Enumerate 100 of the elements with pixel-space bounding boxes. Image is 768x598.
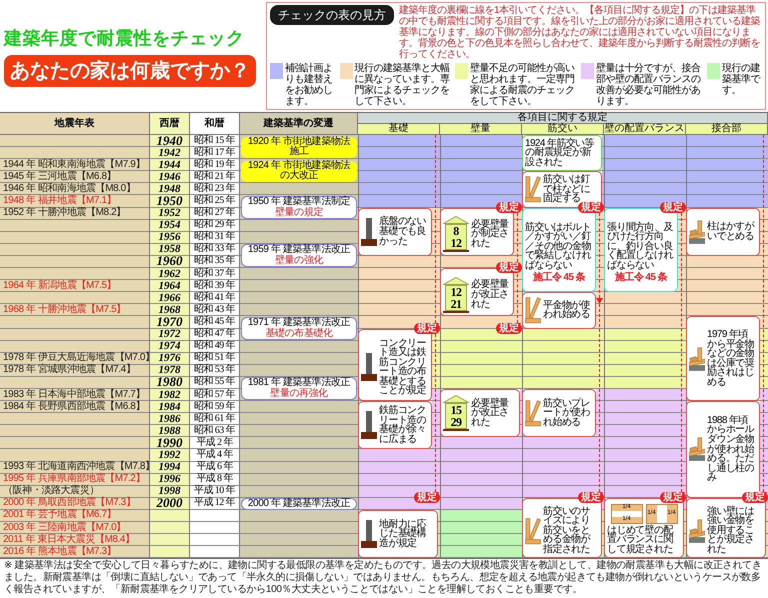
table-cell: 昭和 55 年 <box>190 376 240 389</box>
table-cell: 昭和 33 年 <box>190 244 240 256</box>
callout-text: 鉄筋コンクリート造の基礎が徐々に広まる <box>379 406 428 444</box>
table-cell: 1944 <box>150 159 190 172</box>
table-cell: 2001 年 芸予地震【M6.7】 <box>0 510 150 522</box>
column-header: 壁量 <box>440 124 522 135</box>
table-cell: 1980 <box>150 376 190 389</box>
legend-description: 建築年度の裏欄に線を1本引いてください。【各項目に関する規定】の下は建築基準の中でも耐震性に関する項目です。線を引いた上の部分がお家に適用されている建築基準になります。線の下側の部分はあなたの家には適用されていない項目になります。背景の色と下の色見本を照らし合わせて、建築年度から判断する耐震性の判断を行ってください。 <box>399 5 761 60</box>
callout-text: 柱はかすがいでとめる <box>707 222 756 242</box>
table-cell: 昭和 27 年 <box>190 208 240 220</box>
callout-text: 筋交いプレートが使われ始める <box>543 398 592 428</box>
law-text: 1981 年 建築基準法改正 <box>248 378 350 388</box>
law-label: 1924 年 市街地建築物法の大改正 <box>241 160 357 182</box>
table-cell: 平成 4 年 <box>190 449 240 462</box>
table-cell: 1976 <box>150 352 190 365</box>
wall-ratio-number: 12 <box>450 286 462 298</box>
column-header: 筋交い <box>522 124 604 135</box>
table-cell: 昭和 29 年 <box>190 220 240 232</box>
table-cell <box>190 546 240 558</box>
table-cell <box>190 510 240 522</box>
column-header: 基礎 <box>358 124 440 135</box>
table-cell: 昭和 37 年 <box>190 268 240 280</box>
table-cell: 平成 6 年 <box>190 462 240 474</box>
table-cell: 1986 <box>150 413 190 426</box>
table-cell <box>150 510 190 522</box>
column-header: 壁の配置バランス <box>604 124 686 135</box>
brace-drawing <box>525 174 541 204</box>
callout-text: 筋交いのサイズにより筋交いをとめる金物が指定された <box>543 506 592 555</box>
table-cell: 1968 <box>150 304 190 316</box>
law-text: 2000 年 建築基準法改正 <box>248 498 350 510</box>
callout-text: 地耐力に応じた基礎構造が規定 <box>379 520 428 548</box>
callout-text: 底盤のない基礎でも良かった <box>379 217 428 246</box>
law-detail: 壁量の強化 <box>274 256 323 266</box>
table-cell: 1970 <box>150 316 190 328</box>
table-cell: 1946 年 昭和南海地震【M8.0】 <box>0 183 150 196</box>
column-header: 建築基準の変遷 <box>240 113 358 135</box>
callout-text: 必要壁量が改正された <box>471 398 510 428</box>
brace-drawing <box>525 516 541 546</box>
table-cell: 1992 <box>150 449 190 462</box>
callout-text: 1924 年筋交い等の耐震規定が新設された <box>525 138 596 168</box>
callout-text: 必要壁量が改正された <box>471 280 510 310</box>
table-cell: 1978 年 伊豆大島近海地震【M7.0】 <box>0 352 150 365</box>
brace-drawing <box>525 398 541 428</box>
callout-text: 1988 年頃からホールダウン金物が使われ始める。ただし通し柱のみ <box>707 416 756 484</box>
legend-text: 現行の建築基準と大幅に異なっています。専門家によるチェックをして下さい。 <box>354 63 451 107</box>
table-cell: 1983 年 日本海中部地震【M7.7】 <box>0 388 150 402</box>
table-cell: 昭和 57 年 <box>190 388 240 402</box>
table-cell: 平成 10 年 <box>190 486 240 498</box>
callout-text: 強い壁には強い金物を使用することが規定された <box>707 506 756 555</box>
wall-ratio-number: 21 <box>450 298 462 310</box>
table-cell: 1942 <box>150 147 190 160</box>
legend-text: 壁量不足の可能性が高いと思われます。一定専門家による耐震のチェックをして下さい。 <box>470 63 576 107</box>
foundation-drawing <box>361 352 377 382</box>
table-cell: 昭和 51 年 <box>190 352 240 365</box>
table-cell: 1993 年 北海道南西沖地震【M7.8】 <box>0 462 150 474</box>
callout-text: 筋交いはボルト／かすがい／釘／その他の金物で緊結しなければならない <box>525 222 592 271</box>
table-cell: 1945 年 三河地震【M6.8】 <box>0 171 150 184</box>
table-cell: 昭和 23 年 <box>190 183 240 196</box>
table-cell: 昭和 63 年 <box>190 425 240 438</box>
foundation-drawing <box>361 216 377 247</box>
table-cell: 昭和 19 年 <box>190 159 240 172</box>
table-cell: 1940 <box>150 135 190 148</box>
table-cell: 1972 <box>150 328 190 341</box>
page-subtitle: あなたの家は何歳ですか？ <box>4 54 256 86</box>
callout-text: 1979 年頃から平金物などの金物は公庫で奨励されはじめる <box>707 330 756 388</box>
table-cell: 1962 <box>150 268 190 280</box>
joint-drawing <box>689 435 705 464</box>
table-cell: 昭和 17 年 <box>190 147 240 160</box>
law-detail: 壁量の再強化 <box>270 388 328 400</box>
table-cell: 1954 <box>150 220 190 232</box>
table-cell: 1994 <box>150 462 190 474</box>
table-cell: 昭和 39 年 <box>190 280 240 292</box>
callout-text: 張り間方向、及びけた行方向に、釣り合い良く配置しなければならない <box>607 222 674 271</box>
table-cell: 昭和 41 年 <box>190 292 240 304</box>
table-cell: 1964 年 新潟地震【M7.5】 <box>0 280 150 292</box>
column-header: 地震年表 <box>0 113 150 135</box>
table-cell: 昭和 45 年 <box>190 316 240 328</box>
table-cell: 1952 年 十勝沖地震【M8.2】 <box>0 208 150 220</box>
legend-heading: チェックの表の見方 <box>270 5 394 25</box>
table-cell: 昭和 25 年 <box>190 195 240 208</box>
table-cell: 昭和 15 年 <box>190 135 240 148</box>
table-cell: 昭和 47 年 <box>190 328 240 341</box>
table-cell: 昭和 53 年 <box>190 364 240 377</box>
brace-drawing <box>525 295 541 326</box>
law-text: 1959 年 建築基準法改正 <box>248 245 350 256</box>
table-cell: 1946 <box>150 171 190 184</box>
foundation-drawing <box>361 519 377 550</box>
column-header: 各項目に関する規定 <box>358 113 768 124</box>
column-header: 接合部 <box>686 124 768 135</box>
table-cell: 2000 <box>150 498 190 510</box>
callout-text: コンクリート造又は鉄筋コンクリート造の布基礎とすることが規定 <box>379 338 428 396</box>
table-cell: 昭和 59 年 <box>190 401 240 414</box>
table-cell: 平成 2 年 <box>190 437 240 450</box>
table-cell: 2000 年 鳥取西部地震【M7.3】 <box>0 498 150 510</box>
legend-text: 補強計画よりも建替えをお勧めします。 <box>285 63 334 107</box>
wall-ratio-number: 15 <box>450 404 462 416</box>
table-cell: 昭和 21 年 <box>190 171 240 184</box>
page-title: 建築年度で耐震性をチェック <box>4 26 246 50</box>
table-cell: 1996 <box>150 474 190 486</box>
table-cell: 1958 <box>150 244 190 256</box>
